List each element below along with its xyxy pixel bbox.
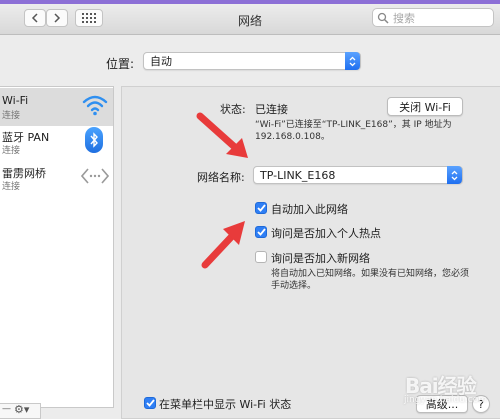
- bluetooth-icon: [85, 127, 103, 153]
- ask-hotspot-label: 询问是否加入个人热点: [271, 227, 381, 240]
- select-arrows-icon: [345, 52, 360, 70]
- wifi-icon: [82, 95, 108, 116]
- annotation-arrow-icon: [201, 221, 245, 269]
- watermark-url: jingyan.baidu.com: [404, 395, 488, 405]
- show-in-menubar-checkbox[interactable]: [144, 397, 156, 409]
- gear-icon[interactable]: ⚙▾: [14, 403, 29, 416]
- service-name: Wi-Fi: [2, 94, 29, 107]
- ask-new-hint-line2: 手动选择。: [271, 281, 317, 291]
- bridge-icon: [81, 168, 109, 184]
- network-name-label: 网络名称:: [197, 171, 245, 184]
- show-in-menubar-label: 在菜单栏中显示 Wi-Fi 状态: [159, 398, 292, 411]
- minus-button[interactable]: —: [2, 404, 11, 414]
- auto-join-label: 自动加入此网络: [271, 203, 348, 216]
- ask-new-networks-checkbox[interactable]: [255, 251, 267, 263]
- service-status: 连接: [2, 111, 21, 121]
- ask-new-networks-label: 询问是否加入新网络: [271, 252, 370, 265]
- service-status: 连接: [2, 146, 21, 156]
- annotation-arrow-icon: [196, 112, 248, 158]
- checkmark-icon: [256, 228, 266, 236]
- turn-off-wifi-button[interactable]: 关闭 Wi-Fi: [387, 97, 463, 116]
- service-item-wifi[interactable]: Wi-Fi 连接: [0, 88, 113, 126]
- service-status: 连接: [2, 182, 21, 192]
- service-item-thunderbolt-bridge[interactable]: 雷雳网桥 连接: [0, 160, 113, 198]
- checkmark-icon: [145, 399, 155, 407]
- location-label: 位置:: [106, 57, 135, 71]
- location-value: 自动: [150, 55, 172, 68]
- auto-join-checkbox[interactable]: [255, 202, 267, 214]
- service-item-bluetooth-pan[interactable]: 蓝牙 PAN 连接: [0, 124, 113, 162]
- location-select[interactable]: 自动: [143, 52, 361, 70]
- network-name-value: TP-LINK_E168: [260, 168, 336, 182]
- select-arrows-icon: [447, 166, 462, 184]
- status-description-line2: 192.168.0.108。: [255, 132, 330, 142]
- checkmark-icon: [256, 204, 266, 212]
- search-icon: [377, 12, 389, 24]
- ask-hotspot-checkbox[interactable]: [255, 226, 267, 238]
- search-field[interactable]: 搜索: [372, 8, 494, 27]
- search-placeholder: 搜索: [393, 11, 415, 25]
- network-name-select[interactable]: TP-LINK_E168: [253, 166, 463, 184]
